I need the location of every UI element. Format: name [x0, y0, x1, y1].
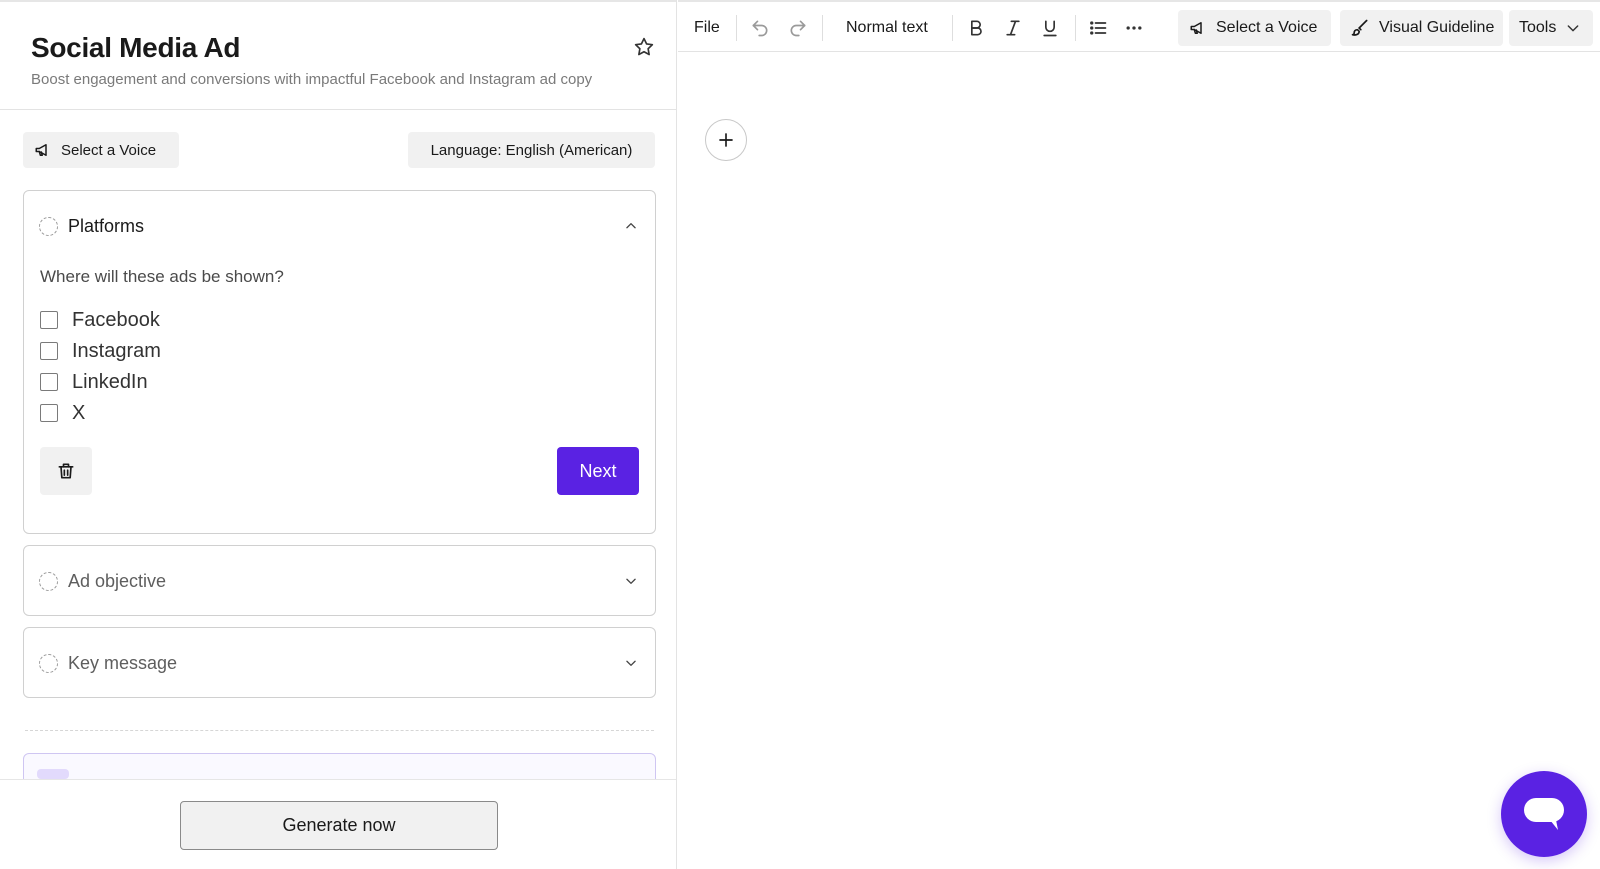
toolbar-divider: [822, 15, 823, 41]
section-divider: [25, 730, 654, 731]
chevron-down-icon: [622, 654, 640, 672]
redo-icon: [790, 20, 806, 37]
toolbar-divider: [1075, 15, 1076, 41]
option-linkedin[interactable]: LinkedIn: [40, 370, 148, 394]
option-label: Facebook: [72, 308, 160, 331]
visual-guideline-label: Visual Guideline: [1379, 19, 1495, 36]
visual-guideline-button[interactable]: Visual Guideline: [1340, 10, 1503, 46]
option-x[interactable]: X: [40, 401, 85, 425]
more-options-button[interactable]: [1124, 10, 1144, 46]
delete-button[interactable]: [40, 447, 92, 495]
chevron-down-icon: [622, 572, 640, 590]
panel-header: Social Media Ad Boost engagement and con…: [0, 0, 676, 110]
file-menu[interactable]: File: [694, 10, 720, 46]
page-title: Social Media Ad: [31, 32, 241, 63]
option-label: LinkedIn: [72, 370, 148, 393]
bold-icon: [971, 20, 982, 36]
trash-icon: [58, 463, 74, 479]
tools-dropdown[interactable]: Tools: [1509, 10, 1593, 46]
bullet-list-icon: [1090, 21, 1107, 35]
underline-icon: [1043, 20, 1057, 37]
option-facebook[interactable]: Facebook: [40, 308, 160, 332]
step-status-icon: [39, 653, 58, 673]
next-button[interactable]: Next: [557, 447, 639, 495]
tools-label: Tools: [1519, 19, 1557, 36]
italic-button[interactable]: [1003, 10, 1023, 46]
platforms-card-header[interactable]: Platforms: [39, 213, 640, 239]
underline-button[interactable]: [1040, 10, 1060, 46]
generator-panel: Social Media Ad Boost engagement and con…: [0, 0, 677, 869]
toolbar-divider: [952, 15, 953, 41]
key-message-card-header[interactable]: Key message: [39, 650, 640, 676]
facebook-checkbox[interactable]: [40, 311, 58, 329]
option-label: Instagram: [72, 339, 161, 362]
document-editor[interactable]: [678, 53, 1600, 869]
undo-button[interactable]: [750, 10, 770, 46]
language-label: Language: English (American): [430, 141, 633, 159]
generate-now-button[interactable]: Generate now: [180, 801, 498, 850]
panel-footer: Generate now: [0, 779, 676, 869]
page-subtitle: Boost engagement and conversions with im…: [31, 71, 593, 88]
instagram-checkbox[interactable]: [40, 342, 58, 360]
ad-objective-card-title: Ad objective: [68, 570, 167, 591]
x-checkbox[interactable]: [40, 404, 58, 422]
toolbar-select-voice-button[interactable]: Select a Voice: [1178, 10, 1331, 46]
text-style-dropdown[interactable]: Normal text: [846, 10, 928, 46]
megaphone-icon: [35, 144, 47, 156]
star-icon: [634, 37, 654, 56]
form-scroll-area[interactable]: Select a Voice Language: English (Americ…: [0, 111, 676, 779]
chevron-up-icon: [622, 217, 640, 235]
language-button[interactable]: Language: English (American): [408, 132, 655, 168]
option-label: X: [72, 401, 86, 424]
bullet-list-button[interactable]: [1088, 10, 1108, 46]
chevron-down-icon: [1567, 25, 1579, 32]
chat-launcher-button[interactable]: [1501, 771, 1587, 857]
step-status-icon: [39, 571, 58, 591]
toolbar-voice-label: Select a Voice: [1216, 19, 1318, 36]
favorite-button[interactable]: [632, 35, 656, 59]
ad-objective-card[interactable]: Ad objective: [23, 545, 656, 616]
chat-icon: [1524, 798, 1564, 830]
ad-objective-card-header[interactable]: Ad objective: [39, 568, 640, 594]
editor-toolbar: File Normal text Select a Voice Visual G…: [678, 0, 1600, 52]
select-voice-label: Select a Voice: [61, 141, 157, 159]
more-icon: [1126, 26, 1142, 30]
redo-button[interactable]: [788, 10, 808, 46]
key-message-card[interactable]: Key message: [23, 627, 656, 698]
plus-icon: [719, 133, 733, 147]
toolbar-divider: [736, 15, 737, 41]
card-icon: [37, 769, 69, 779]
additional-card[interactable]: [23, 753, 656, 779]
platforms-card: Platforms Where will these ads be shown?…: [23, 190, 656, 534]
option-instagram[interactable]: Instagram: [40, 339, 161, 363]
italic-icon: [1006, 20, 1020, 36]
megaphone-icon: [1190, 22, 1202, 34]
select-voice-button[interactable]: Select a Voice: [23, 132, 179, 168]
brush-icon: [1351, 19, 1368, 36]
linkedin-checkbox[interactable]: [40, 373, 58, 391]
bold-button[interactable]: [966, 10, 986, 46]
add-block-button[interactable]: [705, 119, 747, 161]
platforms-question: Where will these ads be shown?: [40, 267, 284, 286]
key-message-card-title: Key message: [68, 652, 178, 673]
platforms-card-title: Platforms: [68, 215, 145, 236]
step-status-icon: [39, 216, 58, 236]
undo-icon: [752, 20, 768, 37]
